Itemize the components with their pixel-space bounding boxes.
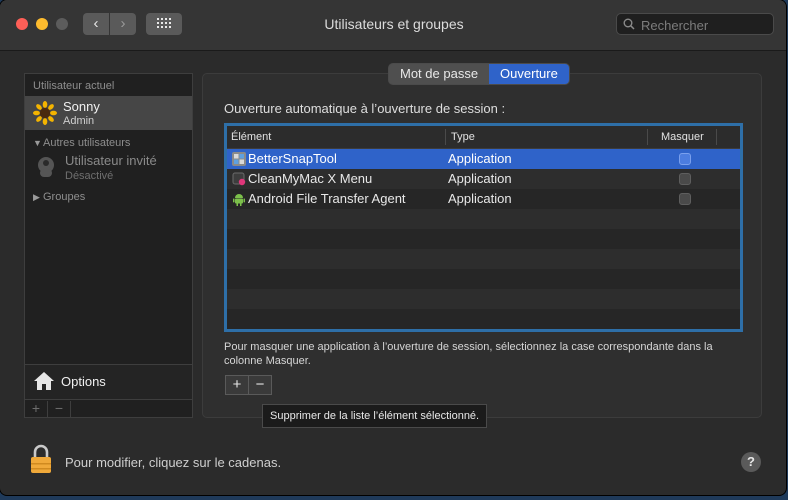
options-label: Options [61, 374, 106, 389]
hide-checkbox[interactable] [679, 193, 691, 205]
search-field[interactable] [616, 13, 774, 35]
empty-row [227, 289, 740, 309]
tab-login-items[interactable]: Ouverture [489, 64, 569, 84]
bettersnaptool-icon [232, 152, 246, 166]
help-button[interactable]: ? [741, 452, 761, 472]
column-header-item[interactable]: Élément [231, 131, 271, 143]
hide-checkbox[interactable] [679, 153, 691, 165]
item-name: Android File Transfer Agent [248, 191, 406, 206]
login-items-table[interactable]: Élément Type Masquer BetterSnapTool Appl… [224, 123, 743, 332]
table-header: Élément Type Masquer [227, 126, 740, 149]
empty-row [227, 229, 740, 249]
title-bar: ‹ › Utilisateurs et groupes [0, 0, 786, 51]
android-icon [233, 194, 245, 206]
column-header-hide[interactable]: Masquer [661, 131, 704, 143]
sunflower-avatar-icon [33, 101, 57, 125]
item-name: BetterSnapTool [248, 151, 337, 166]
guest-user-status: Désactivé [65, 170, 114, 182]
other-users-section-label: Autres utilisateurs [43, 137, 131, 149]
disclosure-triangle-down-icon: ▼ [33, 138, 42, 148]
empty-row [227, 309, 740, 329]
lock-hint-text: Pour modifier, cliquez sur le cadenas. [65, 455, 282, 470]
users-sidebar: Utilisateur actuel Sonny Admin ▼Autres u… [24, 73, 193, 418]
disclosure-triangle-right-icon: ▶ [33, 192, 40, 202]
tab-bar: Mot de passe Ouverture [388, 63, 570, 85]
search-icon [623, 18, 635, 30]
login-items-toolbar: + − [225, 375, 272, 395]
tab-password[interactable]: Mot de passe [389, 64, 489, 84]
groups-disclosure[interactable]: ▶ Groupes [33, 191, 85, 203]
house-icon [34, 372, 54, 390]
empty-row [227, 269, 740, 289]
other-users-disclosure[interactable]: ▼Autres utilisateurs [33, 137, 130, 149]
hide-hint-text: Pour masquer une application à l’ouvertu… [224, 341, 713, 367]
item-name: CleanMyMac X Menu [248, 171, 373, 186]
guest-user-name[interactable]: Utilisateur invité [65, 153, 157, 168]
table-row[interactable]: BetterSnapTool Application [227, 149, 740, 169]
add-user-button[interactable]: + [25, 401, 48, 417]
hide-checkbox[interactable] [679, 173, 691, 185]
remove-tooltip: Supprimer de la liste l’élément sélectio… [262, 404, 488, 428]
item-type: Application [448, 151, 512, 166]
sidebar-user-sonny[interactable]: Sonny Admin [25, 96, 192, 130]
remove-user-button[interactable]: − [48, 401, 71, 417]
column-header-type[interactable]: Type [451, 131, 475, 143]
item-type: Application [448, 191, 512, 206]
login-items-heading: Ouverture automatique à l’ouverture de s… [224, 101, 506, 116]
add-login-item-button[interactable]: + [226, 376, 248, 394]
search-input[interactable] [639, 15, 773, 35]
current-user-name: Sonny [63, 99, 100, 114]
table-row[interactable]: Android File Transfer Agent Application [227, 189, 740, 209]
table-body: BetterSnapTool Application CleanMyMac X … [227, 149, 740, 329]
cleanmymac-icon [232, 172, 246, 186]
groups-section-label: Groupes [43, 191, 86, 203]
current-user-section-label: Utilisateur actuel [33, 80, 115, 92]
empty-row [227, 209, 740, 229]
login-options-item[interactable]: Options [25, 364, 192, 399]
item-type: Application [448, 171, 512, 186]
table-row[interactable]: CleanMyMac X Menu Application [227, 169, 740, 189]
guest-user-icon [38, 157, 54, 177]
lock-icon[interactable] [30, 444, 52, 474]
sidebar-toolbar: + − [25, 399, 192, 418]
remove-login-item-button[interactable]: − [248, 376, 271, 394]
current-user-role: Admin [63, 115, 95, 127]
empty-row [227, 249, 740, 269]
window: ‹ › Utilisateurs et groupes Utilisateur … [0, 0, 786, 495]
